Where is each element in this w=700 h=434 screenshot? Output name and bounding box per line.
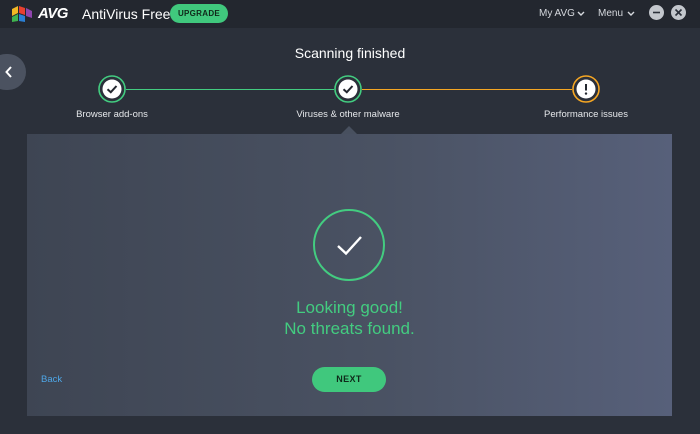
- avg-logo-icon: [12, 6, 32, 22]
- close-icon: [674, 8, 683, 17]
- result-heading: Looking good!: [296, 298, 403, 317]
- main-menu[interactable]: Menu: [598, 8, 623, 19]
- exclamation-icon: [572, 75, 600, 103]
- next-button[interactable]: NEXT: [312, 367, 386, 392]
- step-browser-addons-indicator: [98, 75, 126, 103]
- minimize-button[interactable]: [649, 5, 664, 20]
- product-name: AntiVirus Free: [82, 6, 171, 22]
- minimize-icon: [653, 11, 660, 14]
- back-link[interactable]: Back: [41, 374, 62, 385]
- step-viruses-indicator: [334, 75, 362, 103]
- check-icon: [98, 75, 126, 103]
- close-button[interactable]: [671, 5, 686, 20]
- step-label-performance: Performance issues: [544, 109, 628, 120]
- my-avg-menu[interactable]: My AVG: [539, 8, 575, 19]
- chevron-down-icon[interactable]: [627, 11, 635, 17]
- chevron-left-icon: [5, 66, 12, 78]
- brand-name: AVG: [38, 5, 68, 22]
- big-check-icon: [313, 209, 385, 281]
- check-icon: [334, 75, 362, 103]
- step-performance-indicator: [572, 75, 600, 103]
- scan-status-title: Scanning finished: [294, 45, 406, 61]
- title-bar: AVG AntiVirus Free UPGRADE My AVG Menu: [0, 0, 700, 28]
- chevron-down-icon[interactable]: [577, 11, 585, 17]
- result-subheading: No threats found.: [284, 319, 415, 338]
- progress-line-warning: [362, 89, 572, 90]
- step-label-viruses: Viruses & other malware: [296, 109, 400, 120]
- upgrade-button[interactable]: UPGRADE: [170, 4, 228, 23]
- step-label-browser-addons: Browser add-ons: [76, 109, 148, 120]
- progress-line-complete: [126, 89, 334, 90]
